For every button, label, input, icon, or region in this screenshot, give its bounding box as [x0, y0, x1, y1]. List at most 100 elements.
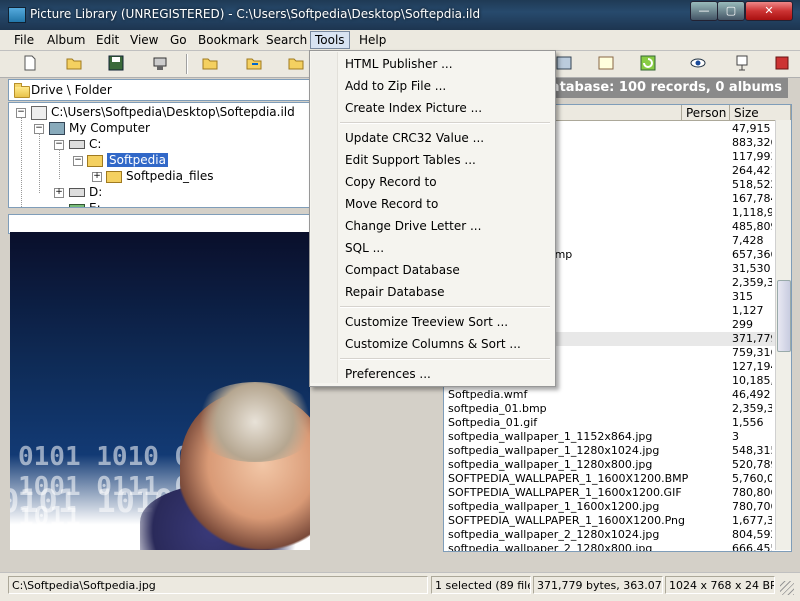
file-size: 7,428 — [732, 234, 764, 247]
stamp-icon[interactable] — [152, 55, 168, 71]
table-row[interactable]: softpedia_wallpaper_1_1280x800.jpg 520,78… — [444, 458, 789, 472]
file-size: 2,359,35 — [732, 402, 772, 415]
minimize-button[interactable]: — — [690, 1, 718, 21]
menu-edit[interactable]: Edit — [92, 32, 123, 48]
file-name: softpedia_wallpaper_2_1280x800.jpg — [448, 542, 653, 552]
file-size: 46,492 — [732, 388, 771, 401]
menu-item-create-index-picture[interactable]: Create Index Picture ... — [311, 97, 552, 119]
save-icon[interactable] — [108, 55, 124, 71]
table-row[interactable]: SOFTPEDIA_WALLPAPER_1_1600x1200.GIF 780,8… — [444, 486, 789, 500]
table-row[interactable]: Softpedia.wmf 46,492 — [444, 388, 789, 402]
menu-item-html-publisher[interactable]: HTML Publisher ... — [311, 53, 552, 75]
menu-item-customize-columns-sort[interactable]: Customize Columns & Sort ... — [311, 333, 552, 355]
refresh-icon[interactable] — [640, 55, 656, 71]
column-header-size[interactable]: Size — [730, 105, 791, 121]
view-eye-icon[interactable] — [690, 55, 706, 71]
menu-file[interactable]: File — [10, 32, 38, 48]
column-header-person[interactable]: Person — [682, 105, 730, 121]
new-icon[interactable] — [22, 55, 38, 71]
menu-item-repair-database[interactable]: Repair Database — [311, 281, 552, 303]
table-row[interactable]: Softpedia_01.gif 1,556 — [444, 416, 789, 430]
file-name: softpedia_wallpaper_1_1600x1200.jpg — [448, 500, 660, 513]
table-row[interactable]: SOFTPEDIA_WALLPAPER_1_1600X1200.BMP 5,760… — [444, 472, 789, 486]
close-button[interactable]: ✕ — [745, 1, 793, 21]
expand-toggle[interactable]: + — [92, 172, 102, 182]
menu-bookmark[interactable]: Bookmark — [194, 32, 263, 48]
folder-tree[interactable]: − C:\Users\Softpedia\Desktop\Softepdia.i… — [8, 102, 310, 208]
status-dimensions: 1024 x 768 x 24 BPP — [665, 576, 775, 594]
drive-folder-header[interactable]: Drive \ Folder — [8, 79, 310, 101]
edit-image-icon[interactable] — [598, 55, 614, 71]
folder-icon[interactable] — [202, 55, 218, 71]
table-row[interactable]: softpedia_wallpaper_2_1280x1024.jpg 804,5… — [444, 528, 789, 542]
computer-icon — [49, 122, 65, 135]
menu-item-compact-database[interactable]: Compact Database — [311, 259, 552, 281]
menu-view[interactable]: View — [126, 32, 162, 48]
menu-item-change-drive-letter[interactable]: Change Drive Letter ... — [311, 215, 552, 237]
tree-item-softpedia-files[interactable]: Softpedia_files — [106, 169, 214, 183]
menu-item-move-record[interactable]: Move Record to — [311, 193, 552, 215]
file-size: 657,366 — [732, 248, 772, 261]
file-name: Softpedia_01.gif — [448, 416, 538, 429]
table-row[interactable]: SOFTPEDIA_WALLPAPER_1_1600X1200.Png 1,677… — [444, 514, 789, 528]
menu-item-edit-support-tables[interactable]: Edit Support Tables ... — [311, 149, 552, 171]
expand-toggle[interactable]: + — [54, 188, 64, 198]
tree-root[interactable]: C:\Users\Softpedia\Desktop\Softepdia.ild — [31, 105, 295, 120]
collapse-toggle[interactable]: − — [16, 108, 26, 118]
tree-label: D: — [89, 185, 103, 199]
stop-icon[interactable] — [774, 55, 790, 71]
vertical-scrollbar[interactable] — [775, 120, 791, 550]
menu-help[interactable]: Help — [355, 32, 390, 48]
status-bytes: 371,779 bytes, 363.07 KB — [533, 576, 663, 594]
toolbar-separator — [186, 54, 188, 74]
copy-folder-icon[interactable] — [288, 55, 304, 71]
file-size: 780,806 — [732, 486, 772, 499]
file-size: 1,556 — [732, 416, 764, 429]
menu-item-add-to-zip[interactable]: Add to Zip File ... — [311, 75, 552, 97]
file-size: 548,315 — [732, 444, 772, 457]
collapse-toggle[interactable]: − — [73, 156, 83, 166]
tree-item-drive-c[interactable]: C: — [69, 137, 101, 151]
drive-icon — [69, 204, 85, 207]
open-folder-icon[interactable] — [66, 55, 82, 71]
file-size: 31,530 — [732, 262, 771, 275]
table-row[interactable]: softpedia_01.bmp 2,359,35 — [444, 402, 789, 416]
file-size: 1,118,92 — [732, 206, 772, 219]
table-row[interactable]: softpedia_wallpaper_1_1600x1200.jpg 780,7… — [444, 500, 789, 514]
tree-item-my-computer[interactable]: My Computer — [49, 121, 150, 135]
preview-path-field[interactable] — [8, 214, 310, 234]
move-folder-icon[interactable] — [246, 55, 262, 71]
menu-item-customize-treeview-sort[interactable]: Customize Treeview Sort ... — [311, 311, 552, 333]
menu-item-copy-record[interactable]: Copy Record to — [311, 171, 552, 193]
file-size: 2,359,35 — [732, 276, 772, 289]
file-size: 264,421 — [732, 164, 772, 177]
tree-item-drive-e[interactable]: E: — [69, 201, 101, 207]
scrollbar-thumb[interactable] — [777, 280, 791, 352]
menu-item-sql[interactable]: SQL ... — [311, 237, 552, 259]
table-row[interactable]: softpedia_wallpaper_2_1280x800.jpg 666,45… — [444, 542, 789, 552]
file-name: softpedia_wallpaper_1_1152x864.jpg — [448, 430, 653, 443]
tree-line — [39, 133, 40, 193]
menu-album[interactable]: Album — [43, 32, 89, 48]
tree-root-label: C:\Users\Softpedia\Desktop\Softepdia.ild — [51, 105, 295, 119]
maximize-button[interactable]: ▢ — [717, 1, 745, 21]
file-size: 883,326 — [732, 136, 772, 149]
table-row[interactable]: softpedia_wallpaper_1_1152x864.jpg 3 — [444, 430, 789, 444]
table-row[interactable]: softpedia_wallpaper_1_1280x1024.jpg 548,3… — [444, 444, 789, 458]
slideshow-icon[interactable] — [734, 55, 750, 71]
menu-search[interactable]: Search — [262, 32, 311, 48]
menu-separator — [340, 358, 550, 360]
menu-separator — [340, 122, 550, 124]
menu-go[interactable]: Go — [166, 32, 191, 48]
menu-tools[interactable]: Tools — [310, 31, 350, 49]
file-size: 780,706 — [732, 500, 772, 513]
tree-item-softpedia[interactable]: Softpedia — [87, 153, 168, 167]
file-size: 3 — [732, 430, 739, 443]
menu-item-update-crc32[interactable]: Update CRC32 Value ... — [311, 127, 552, 149]
menu-item-preferences[interactable]: Preferences ... — [311, 363, 552, 385]
tree-item-drive-d[interactable]: D: — [69, 185, 102, 199]
resize-grip[interactable] — [780, 581, 794, 595]
image-icon[interactable] — [556, 55, 572, 71]
image-preview: 0101 1010 0110 1001 0111 0100 1011 0101 … — [10, 232, 310, 550]
file-size: 520,789 — [732, 458, 772, 471]
